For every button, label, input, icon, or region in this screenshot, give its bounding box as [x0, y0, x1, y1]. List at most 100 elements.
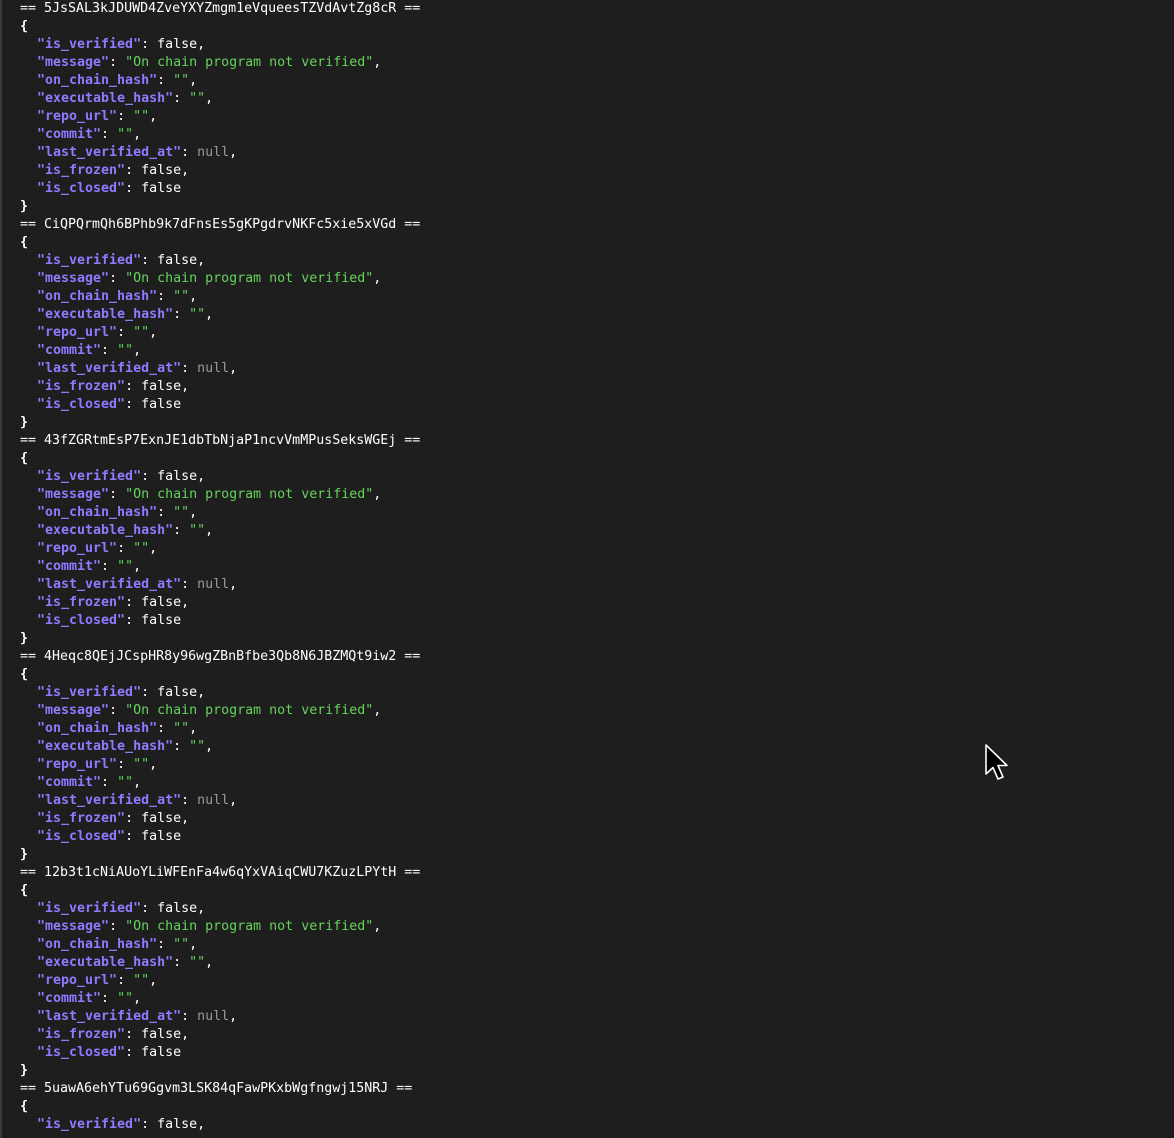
json-close-brace: } [20, 1063, 29, 1078]
json-key: "is_frozen" [37, 379, 126, 394]
json-key: "is_frozen" [37, 595, 126, 610]
json-field-row: "message": "On chain program not verifie… [20, 918, 1174, 936]
json-comma: , [373, 703, 382, 718]
json-colon: : [109, 55, 126, 70]
json-colon: : [157, 937, 174, 952]
json-value: false [141, 379, 182, 394]
json-comma: , [197, 685, 206, 700]
json-value: "" [173, 289, 190, 304]
json-colon: : [141, 685, 158, 700]
json-value: false [141, 829, 182, 844]
json-field-row: "is_closed": false [20, 612, 1174, 630]
json-value: "" [189, 307, 206, 322]
json-field-row: "last_verified_at": null, [20, 360, 1174, 378]
json-value: "On chain program not verified" [125, 55, 374, 70]
json-value: false [157, 253, 198, 268]
json-field-row: "is_closed": false [20, 1044, 1174, 1062]
json-colon: : [173, 307, 190, 322]
json-comma: , [181, 811, 190, 826]
terminal-output[interactable]: == 5JsSAL3kJDUWD4ZveYXYZmgm1eVqueesTZVdA… [20, 0, 1174, 1138]
json-comma: , [373, 487, 382, 502]
json-field-row: "last_verified_at": null, [20, 576, 1174, 594]
json-colon: : [125, 397, 142, 412]
json-comma: , [205, 91, 214, 106]
json-comma: , [181, 595, 190, 610]
json-value: "" [189, 523, 206, 538]
json-key: "executable_hash" [37, 523, 174, 538]
json-comma: , [373, 271, 382, 286]
json-comma: , [133, 991, 142, 1006]
json-key: "is_closed" [37, 829, 126, 844]
json-comma: , [205, 523, 214, 538]
json-colon: : [117, 541, 134, 556]
json-colon: : [173, 91, 190, 106]
json-colon: : [125, 1027, 142, 1042]
json-value: "" [117, 775, 134, 790]
json-value: null [197, 145, 230, 160]
json-field-row: "is_verified": false, [20, 1116, 1174, 1134]
json-key: "commit" [37, 991, 102, 1006]
json-colon: : [125, 811, 142, 826]
json-comma: , [133, 127, 142, 142]
json-field-row: "is_verified": false, [20, 252, 1174, 270]
json-key: "on_chain_hash" [37, 73, 158, 88]
json-field-row: "is_frozen": false, [20, 162, 1174, 180]
json-value: "On chain program not verified" [125, 271, 374, 286]
json-comma: , [149, 541, 158, 556]
json-colon: : [125, 1045, 142, 1060]
json-value: null [197, 577, 230, 592]
json-colon: : [173, 955, 190, 970]
json-value: "" [173, 505, 190, 520]
json-key: "commit" [37, 127, 102, 142]
json-field-row: "executable_hash": "", [20, 522, 1174, 540]
json-field-row: "is_closed": false [20, 180, 1174, 198]
json-field-row: "repo_url": "", [20, 540, 1174, 558]
json-value: "" [117, 559, 134, 574]
json-value: false [157, 37, 198, 52]
json-value: "" [133, 109, 150, 124]
json-colon: : [141, 253, 158, 268]
json-colon: : [109, 919, 126, 934]
json-key: "last_verified_at" [37, 577, 182, 592]
json-close-brace: } [20, 847, 29, 862]
json-comma: , [189, 721, 198, 736]
json-colon: : [109, 271, 126, 286]
json-key: "on_chain_hash" [37, 721, 158, 736]
json-comma: , [205, 955, 214, 970]
json-field-row: "repo_url": "", [20, 108, 1174, 126]
json-key: "is_verified" [37, 901, 142, 916]
json-key: "repo_url" [37, 109, 118, 124]
json-open-brace: { [20, 235, 29, 250]
json-key: "repo_url" [37, 325, 118, 340]
json-key: "message" [37, 703, 110, 718]
json-field-row: "commit": "", [20, 990, 1174, 1008]
json-value: false [157, 1117, 198, 1132]
json-colon: : [117, 757, 134, 772]
json-key: "commit" [37, 559, 102, 574]
json-field-row: "is_frozen": false, [20, 378, 1174, 396]
json-value: false [157, 685, 198, 700]
json-key: "message" [37, 487, 110, 502]
json-key: "is_verified" [37, 253, 142, 268]
json-key: "is_closed" [37, 613, 126, 628]
json-field-row: "is_verified": false, [20, 36, 1174, 54]
json-comma: , [205, 307, 214, 322]
json-colon: : [109, 487, 126, 502]
json-colon: : [181, 361, 198, 376]
json-value: "" [189, 955, 206, 970]
json-field-row: "executable_hash": "", [20, 306, 1174, 324]
json-value: "" [173, 721, 190, 736]
json-colon: : [157, 73, 174, 88]
json-key: "is_frozen" [37, 1027, 126, 1042]
json-comma: , [133, 343, 142, 358]
json-key: "message" [37, 271, 110, 286]
json-colon: : [157, 505, 174, 520]
json-comma: , [229, 577, 238, 592]
json-comma: , [189, 937, 198, 952]
json-value: false [141, 397, 182, 412]
json-comma: , [197, 253, 206, 268]
json-colon: : [141, 37, 158, 52]
json-value: false [141, 811, 182, 826]
json-key: "repo_url" [37, 757, 118, 772]
json-colon: : [101, 343, 118, 358]
